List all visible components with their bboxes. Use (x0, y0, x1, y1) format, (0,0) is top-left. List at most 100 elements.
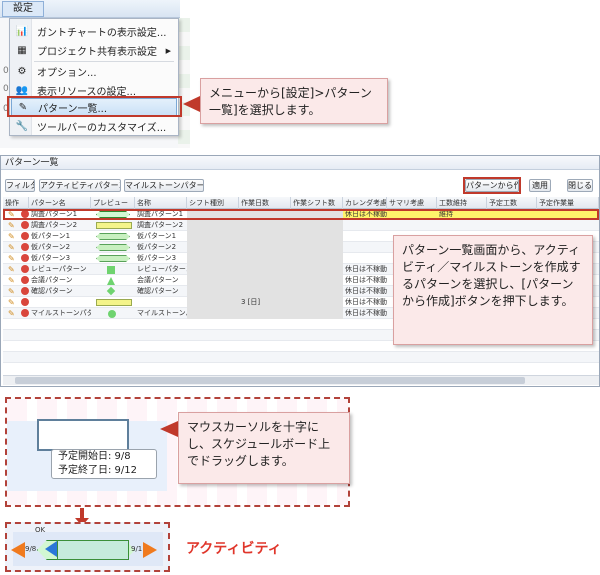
cell-work-days (239, 220, 291, 231)
close-button[interactable]: 閉じる (567, 179, 593, 192)
cell-work-days (239, 242, 291, 253)
scrollbar-thumb[interactable] (15, 377, 525, 384)
delete-icon[interactable] (21, 298, 29, 306)
drag-selection-rectangle (37, 419, 129, 451)
cell-calendar (343, 253, 387, 264)
cell-title: 調査パターン2 (137, 221, 184, 229)
preview-cell (95, 298, 132, 307)
menu-item-gantt-settings[interactable]: 📊 ガントチャートの表示設定... (11, 22, 177, 41)
date-tooltip: 予定開始日: 9/8 予定終了日: 9/12 (51, 449, 157, 479)
cell-title: 仮パターン1 (137, 232, 177, 240)
grid-header: 操作 パターン名 プレビュー 名称 シフト種別 作業日数 作業シフト数 カレンダ考慮 サマリ考慮… (3, 197, 599, 209)
cell-calendar: 休日は不稼動 (345, 265, 387, 273)
window-title: パターン一覧 (1, 156, 599, 170)
delete-icon[interactable] (21, 309, 29, 317)
cell-title (135, 297, 187, 308)
delete-icon[interactable] (21, 276, 29, 284)
column-header[interactable]: 作業シフト数 (291, 197, 343, 209)
cell-amount (537, 352, 599, 363)
menu-settings[interactable]: 設定 (2, 1, 44, 17)
cell-pattern-name: 確認パターン (31, 287, 73, 295)
menu-item-label: プロジェクト共有表示設定 (37, 47, 157, 58)
horizontal-scrollbar[interactable] (3, 375, 599, 385)
table-row[interactable]: ✎ 調査パターン2 調査パターン2 (3, 220, 599, 231)
column-header[interactable]: 予定作業量 (537, 197, 599, 209)
delete-icon[interactable] (21, 287, 29, 295)
cell-calendar (343, 352, 387, 363)
cell-pattern-name (29, 319, 91, 330)
callout-line: 一覧]を選択します。 (209, 103, 321, 117)
bar-shape-icon (96, 299, 132, 306)
cell-work-days (239, 264, 291, 275)
cell-effort (437, 352, 487, 363)
activity-shape-icon (96, 255, 130, 262)
cell-title: 確認パターン (137, 287, 179, 295)
cell-title (135, 341, 187, 352)
filter-button[interactable]: フィルタ (5, 179, 35, 192)
cell-work-days (239, 253, 291, 264)
ok-label: OK (35, 526, 46, 534)
cell-title: マイルストーンパタ (137, 309, 187, 317)
edit-icon[interactable]: ✎ (8, 298, 15, 307)
cell-pattern-name: 仮パターン1 (31, 232, 71, 240)
gantt-strip (178, 18, 190, 148)
cell-calendar (343, 242, 387, 253)
delete-icon[interactable] (21, 265, 29, 273)
menu-item-toolbar-customize[interactable]: 🔧 ツールバーのカスタマイズ... (11, 117, 177, 136)
cell-calendar (343, 341, 387, 352)
cell-calendar: 休日は不稼動 (345, 276, 387, 284)
column-header[interactable]: パターン名 (29, 197, 91, 209)
edit-icon[interactable]: ✎ (8, 265, 15, 274)
menu-item-project-share[interactable]: ▦ プロジェクト共有表示設定 ▶ (11, 41, 177, 60)
edit-icon[interactable]: ✎ (8, 254, 15, 263)
cell-work-days (239, 308, 291, 319)
apply-button[interactable]: 適用 (529, 179, 551, 192)
table-row[interactable] (3, 352, 599, 363)
activity-shape-icon (96, 233, 130, 240)
callout-arrow-icon (160, 421, 178, 437)
preview-cell (95, 286, 131, 296)
edit-icon[interactable]: ✎ (8, 309, 15, 318)
preview-cell (95, 243, 131, 252)
edit-icon[interactable]: ✎ (8, 243, 15, 252)
triangle-shape-icon (107, 277, 115, 285)
background-text: 0 (3, 66, 9, 76)
end-date-label: 9/1 (131, 545, 143, 553)
column-header[interactable]: カレンダ考慮 (343, 197, 387, 209)
cell-effort (437, 220, 487, 231)
column-header[interactable]: 操作 (3, 197, 29, 209)
cell-pattern-name (29, 297, 91, 308)
register-milestone-pattern-button[interactable]: マイルストーンパターン登録 (124, 179, 204, 192)
edit-icon[interactable]: ✎ (8, 287, 15, 296)
delete-icon[interactable] (21, 221, 29, 229)
square-shape-icon (107, 266, 115, 274)
cell-title (135, 330, 187, 341)
column-header[interactable]: 工数維持 (437, 197, 487, 209)
grid-icon: ▦ (17, 45, 27, 56)
cell-work-days (239, 330, 291, 341)
delete-icon[interactable] (21, 232, 29, 240)
delete-icon[interactable] (21, 254, 29, 262)
cell-calendar (343, 330, 387, 341)
register-activity-pattern-button[interactable]: アクティビティパターン登録 (39, 179, 121, 192)
cell-pattern-name: 調査パターン2 (31, 221, 78, 229)
preview-cell (95, 309, 131, 318)
column-header[interactable]: 名称 (135, 197, 187, 209)
edit-icon[interactable]: ✎ (8, 232, 15, 241)
column-header[interactable]: プレビュー (91, 197, 135, 209)
cell-amount (537, 220, 599, 231)
column-header[interactable]: 予定工数 (487, 197, 537, 209)
column-header[interactable]: シフト種別 (187, 197, 239, 209)
edit-icon[interactable]: ✎ (8, 276, 15, 285)
cell-pattern-name: 仮パターン2 (31, 243, 71, 251)
menu-item-label: ツールバーのカスタマイズ... (37, 123, 167, 134)
menu-item-highlight-frame (7, 96, 182, 117)
callout-line: メニューから[設定]>パターン (209, 86, 372, 100)
menu-item-options[interactable]: ⚙ オプション... (11, 62, 177, 81)
menu-bar: 設定 (0, 0, 180, 18)
edit-icon[interactable]: ✎ (8, 221, 15, 230)
column-header[interactable]: サマリ考慮 (387, 197, 437, 209)
activity-caption: アクティビティ (186, 541, 282, 557)
delete-icon[interactable] (21, 243, 29, 251)
column-header[interactable]: 作業日数 (239, 197, 291, 209)
